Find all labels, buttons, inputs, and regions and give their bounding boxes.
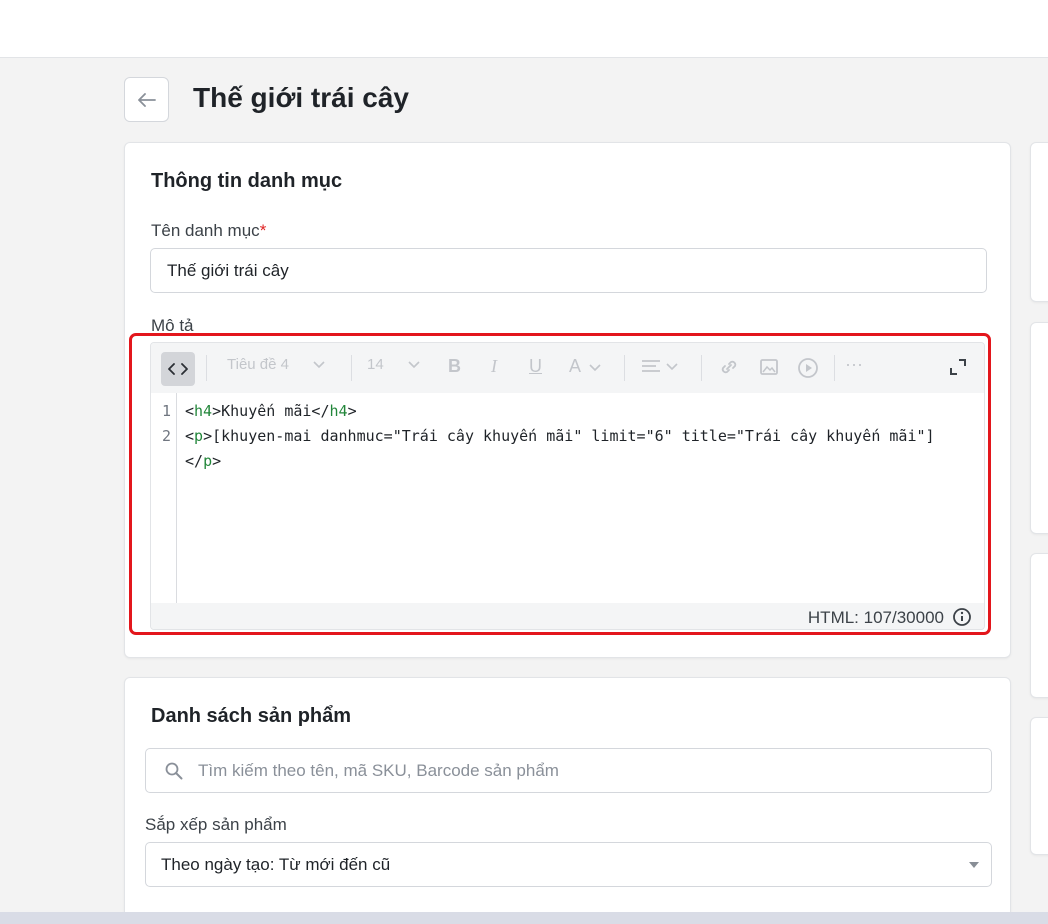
- back-button[interactable]: [124, 77, 169, 122]
- fullscreen-icon: [950, 359, 966, 375]
- card-title: Danh sách sản phẩm: [151, 705, 352, 727]
- rich-text-editor: Tiêu đề 4 14 B I U A ··· 1 2 <h4>Khuyến …: [150, 342, 985, 630]
- heading-select[interactable]: Tiêu đề 4: [227, 356, 325, 373]
- image-button[interactable]: [759, 357, 779, 381]
- side-card: [1030, 717, 1048, 855]
- line-number: 1: [162, 402, 172, 420]
- description-label: Mô tả: [151, 316, 194, 335]
- bold-button[interactable]: B: [448, 356, 461, 377]
- italic-button[interactable]: I: [491, 356, 497, 377]
- code-view-icon: [168, 363, 188, 375]
- product-search-input[interactable]: Tìm kiếm theo tên, mã SKU, Barcode sản p…: [145, 748, 992, 793]
- code-view-button[interactable]: [161, 352, 195, 386]
- bottom-strip: [0, 912, 1048, 924]
- search-icon: [165, 762, 183, 779]
- info-button[interactable]: [952, 607, 972, 629]
- top-bar: [0, 0, 1048, 58]
- side-card: [1030, 142, 1048, 302]
- link-button[interactable]: [719, 357, 739, 381]
- editor-toolbar: Tiêu đề 4 14 B I U A ···: [151, 343, 984, 393]
- name-label: Tên danh mục*: [151, 221, 267, 240]
- toolbar-divider: [701, 355, 702, 381]
- code-line: <h4>Khuyến mãi</h4>: [185, 402, 357, 420]
- underline-button[interactable]: U: [529, 356, 542, 377]
- more-button[interactable]: ···: [845, 354, 863, 375]
- chevron-down-icon: [589, 364, 601, 372]
- page-title: Thế giới trái cây: [193, 82, 409, 113]
- arrow-left-icon: [137, 92, 156, 107]
- line-gutter: [151, 393, 177, 603]
- align-left-icon: [642, 360, 678, 372]
- editor-footer: HTML: 107/30000: [151, 603, 984, 629]
- video-button[interactable]: [797, 357, 819, 383]
- chevron-down-icon: [408, 361, 420, 369]
- sort-select[interactable]: Theo ngày tạo: Từ mới đến cũ: [145, 842, 992, 887]
- toolbar-divider: [624, 355, 625, 381]
- code-editor[interactable]: 1 2 <h4>Khuyến mãi</h4> <p>[khuyen-mai d…: [151, 393, 984, 603]
- info-icon: [953, 608, 971, 626]
- link-icon: [721, 360, 737, 374]
- toolbar-divider: [206, 355, 207, 381]
- product-list-card: Danh sách sản phẩm Tìm kiếm theo tên, mã…: [124, 677, 1011, 924]
- chevron-down-icon: [969, 862, 979, 868]
- toolbar-divider: [834, 355, 835, 381]
- align-button[interactable]: [641, 359, 679, 379]
- side-card: [1030, 553, 1048, 698]
- text-color-button[interactable]: A: [569, 356, 601, 377]
- required-marker: *: [259, 221, 267, 240]
- side-card: [1030, 322, 1048, 534]
- font-size-select[interactable]: 14: [367, 356, 420, 373]
- html-char-count: HTML: 107/30000: [807, 608, 944, 627]
- fullscreen-button[interactable]: [949, 358, 967, 380]
- image-icon: [760, 359, 778, 375]
- code-line: <p>[khuyen-mai danhmuc="Trái cây khuyến …: [185, 427, 935, 445]
- video-play-icon: [798, 358, 818, 378]
- chevron-down-icon: [313, 361, 325, 369]
- line-number: 2: [162, 427, 172, 445]
- sort-label: Sắp xếp sản phẩm: [145, 815, 287, 834]
- card-title: Thông tin danh mục: [151, 170, 343, 192]
- toolbar-divider: [351, 355, 352, 381]
- category-name-input[interactable]: Thế giới trái cây: [150, 248, 987, 293]
- code-line: </p>: [185, 452, 222, 470]
